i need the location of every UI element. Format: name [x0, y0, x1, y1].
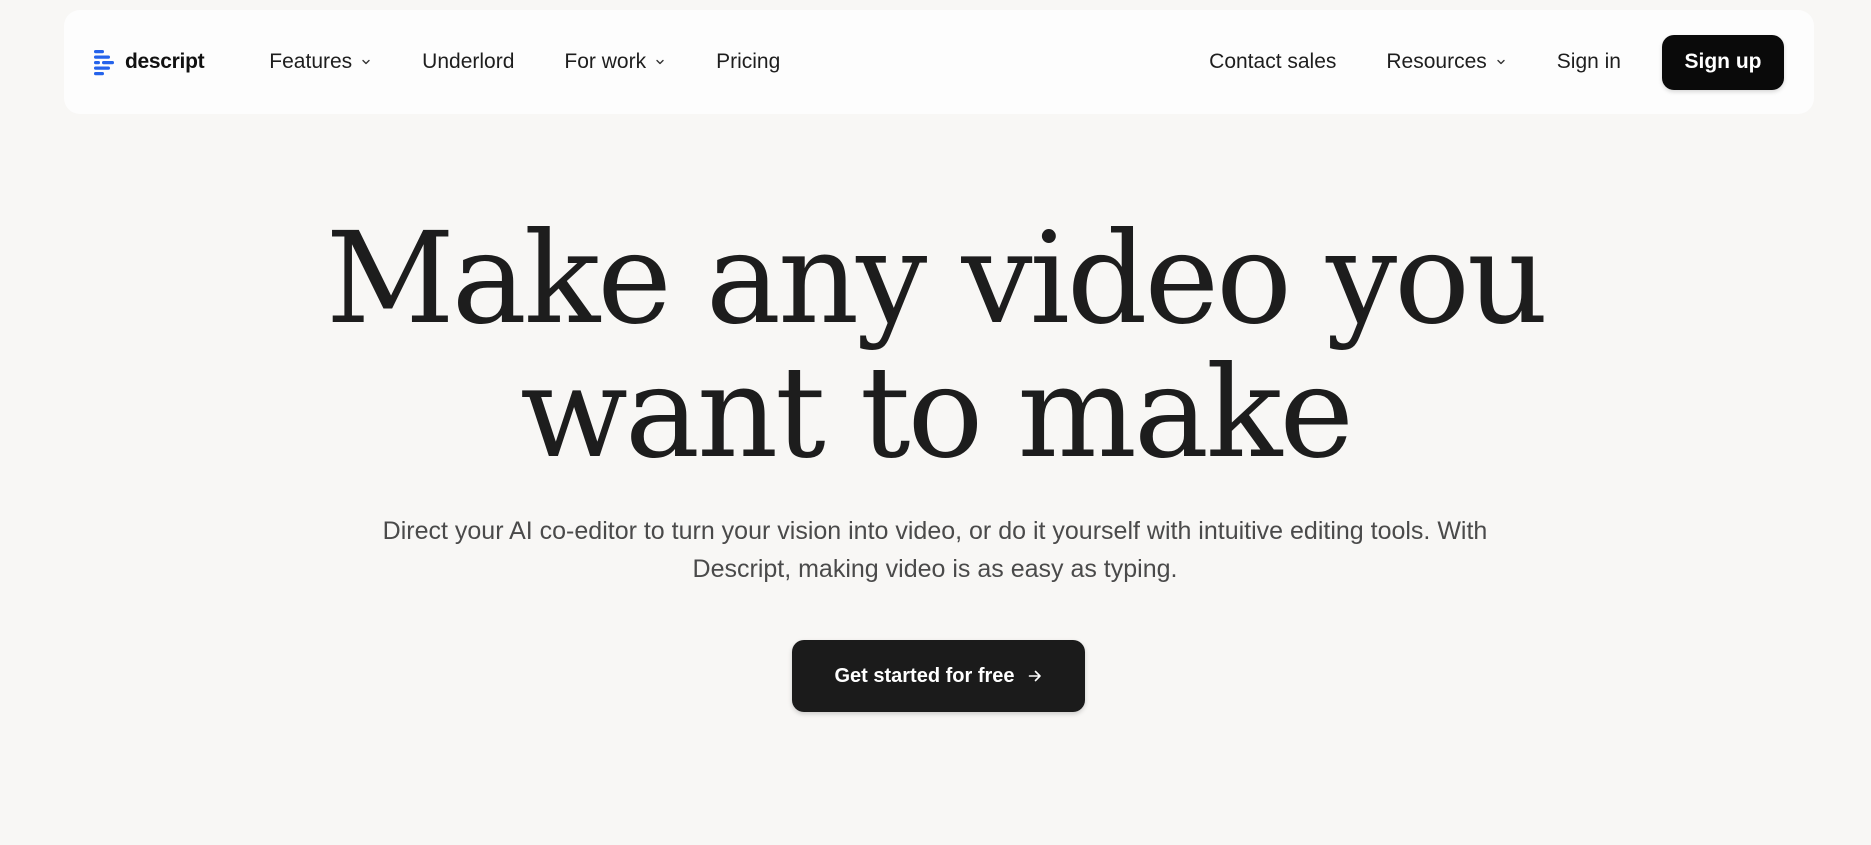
- arrow-right-icon: [1028, 670, 1041, 682]
- nav-left-group: descript Features Underlord For work Pri…: [93, 40, 805, 84]
- nav-for-work[interactable]: For work: [564, 40, 666, 84]
- descript-logo-icon: [94, 50, 114, 76]
- nav-pricing[interactable]: Pricing: [716, 40, 780, 84]
- logo-text: descript: [125, 50, 205, 73]
- hero-title-line-2: want to make: [520, 339, 1354, 486]
- hero-title: Make any video you want to make: [0, 212, 1871, 480]
- nav-underlord[interactable]: Underlord: [422, 40, 514, 84]
- nav-for-work-label: For work: [564, 50, 647, 73]
- page: descript Features Underlord For work Pri…: [0, 0, 1871, 845]
- get-started-button[interactable]: Get started for free: [792, 640, 1085, 712]
- nav-resources[interactable]: Resources: [1386, 40, 1506, 84]
- nav-resources-label: Resources: [1386, 50, 1487, 73]
- descript-logo[interactable]: descript: [93, 48, 205, 76]
- top-navigation: descript Features Underlord For work Pri…: [64, 10, 1814, 114]
- sign-up-button[interactable]: Sign up: [1662, 34, 1784, 90]
- nav-contact-sales[interactable]: Contact sales: [1209, 40, 1336, 84]
- chevron-down-icon: [362, 59, 370, 65]
- hero-subtitle: Direct your AI co-editor to turn your vi…: [382, 517, 1488, 583]
- nav-underlord-label: Underlord: [422, 50, 515, 73]
- nav-contact-sales-label: Contact sales: [1209, 50, 1337, 73]
- nav-right-group: Contact sales Resources Sign in Sign up: [1184, 34, 1784, 90]
- chevron-down-icon: [656, 59, 664, 65]
- nav-pricing-label: Pricing: [716, 50, 781, 73]
- nav-features-label: Features: [269, 50, 353, 73]
- hero-title-line-1: Make any video you: [325, 205, 1548, 352]
- get-started-label: Get started for free: [834, 664, 1015, 687]
- chevron-down-icon: [1497, 59, 1505, 65]
- nav-sign-in-label: Sign in: [1556, 50, 1621, 73]
- nav-features[interactable]: Features: [269, 40, 372, 84]
- nav-sign-in[interactable]: Sign in: [1557, 40, 1621, 84]
